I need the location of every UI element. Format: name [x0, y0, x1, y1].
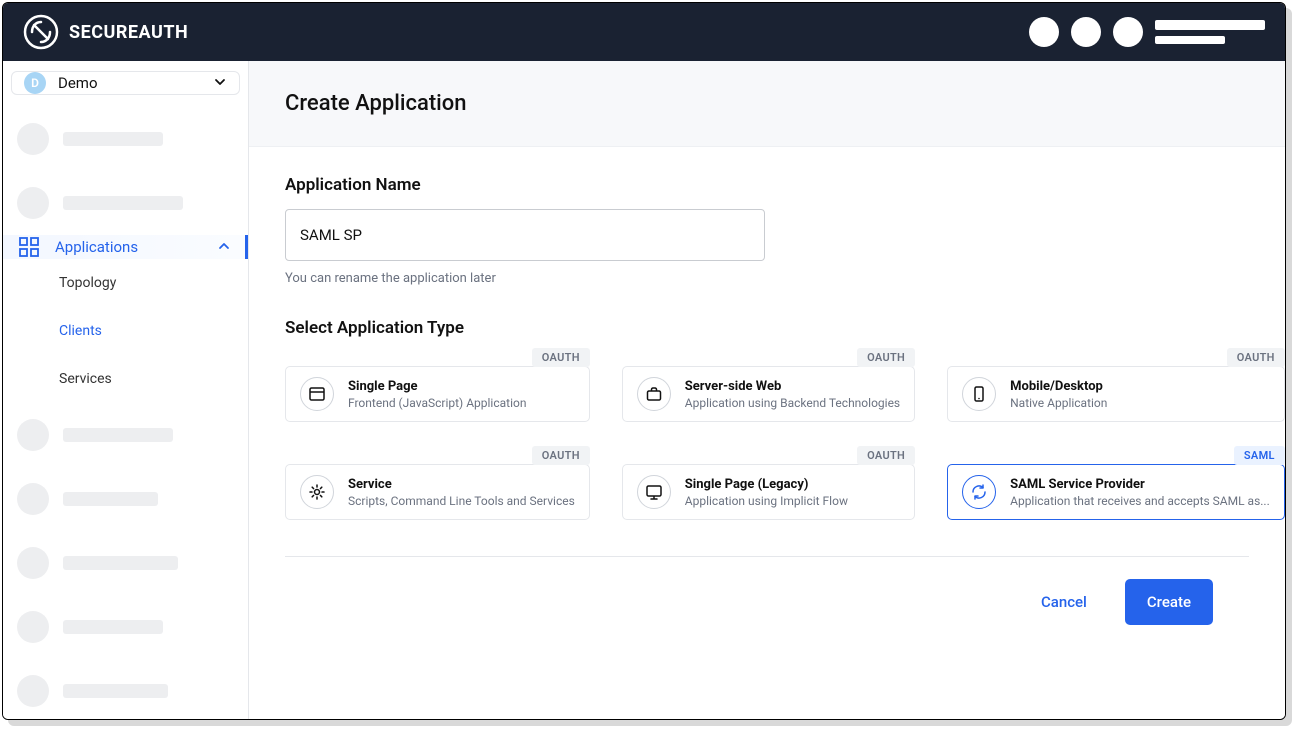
- apptype-title: Service: [348, 477, 575, 492]
- apptype-card[interactable]: Service Scripts, Command Line Tools and S…: [285, 464, 590, 520]
- grid-icon: [17, 235, 41, 259]
- monitor-icon: [637, 475, 671, 509]
- apptype-desc: Application using Backend Technologies: [685, 396, 900, 410]
- topbar-action-2[interactable]: [1071, 17, 1101, 47]
- apptype-title: SAML Service Provider: [1010, 477, 1270, 492]
- page-header: Create Application: [249, 61, 1285, 147]
- appname-hint: You can rename the application later: [285, 271, 1249, 286]
- brand-name: SECUREAUTH: [69, 22, 188, 43]
- apptype-desc: Application that receives and accepts SA…: [1010, 494, 1270, 508]
- chevron-down-icon: [213, 74, 227, 93]
- apptype-card-wrap: OAUTHServiceScripts, Command Line Tools …: [285, 464, 590, 520]
- form-area: Application Name You can rename the appl…: [249, 147, 1285, 719]
- topbar-user-info: [1155, 20, 1265, 44]
- apptype-text: Mobile/Desktop Native Application: [1010, 379, 1270, 410]
- apptype-desc: Native Application: [1010, 396, 1270, 410]
- apptype-badge: OAUTH: [857, 446, 915, 465]
- brand-logo[interactable]: SECUREAUTH: [23, 14, 188, 50]
- workspace-badge: D: [24, 72, 46, 94]
- apptype-card[interactable]: SAML Service Provider Application that re…: [947, 464, 1285, 520]
- appname-label: Application Name: [285, 175, 1249, 195]
- apptype-badge: OAUTH: [532, 348, 590, 367]
- workspace-selector[interactable]: D Demo: [11, 71, 240, 95]
- gear-icon: [300, 475, 334, 509]
- apptype-badge: OAUTH: [1227, 348, 1285, 367]
- sidebar-item-placeholder[interactable]: [3, 179, 248, 227]
- applications-subnav: Topology Clients Services: [3, 259, 248, 403]
- topbar-avatar[interactable]: [1113, 17, 1143, 47]
- apptype-badge: SAML: [1234, 446, 1285, 465]
- apptype-title: Server-side Web: [685, 379, 900, 394]
- brand-mark-icon: [23, 14, 59, 50]
- cancel-button[interactable]: Cancel: [1027, 583, 1101, 621]
- apptype-card-wrap: OAUTHSingle PageFrontend (JavaScript) Ap…: [285, 366, 590, 422]
- apptype-card[interactable]: Single Page (Legacy) Application using Im…: [622, 464, 915, 520]
- sidebar: D Demo: [3, 61, 249, 719]
- content: Create Application Application Name You …: [249, 61, 1285, 719]
- mobile-icon: [962, 377, 996, 411]
- window-icon: [300, 377, 334, 411]
- app-container: SECUREAUTH D Demo: [2, 2, 1286, 720]
- apptype-title: Mobile/Desktop: [1010, 379, 1270, 394]
- topbar: SECUREAUTH: [3, 3, 1285, 61]
- apptype-text: Service Scripts, Command Line Tools and S…: [348, 477, 575, 508]
- apptype-title: Single Page: [348, 379, 575, 394]
- page-title: Create Application: [285, 91, 1249, 116]
- apptype-text: Server-side Web Application using Backend…: [685, 379, 900, 410]
- apptype-badge: OAUTH: [857, 348, 915, 367]
- workspace-name: Demo: [58, 74, 98, 92]
- apptype-card-wrap: OAUTHMobile/DesktopNative Application: [947, 366, 1285, 422]
- sidebar-item-label: Applications: [55, 238, 138, 256]
- footer-bar: Cancel Create: [285, 556, 1249, 647]
- apptype-desc: Frontend (JavaScript) Application: [348, 396, 575, 410]
- chevron-up-icon: [217, 238, 231, 257]
- apptype-desc: Scripts, Command Line Tools and Services: [348, 494, 575, 508]
- apptype-text: Single Page Frontend (JavaScript) Applica…: [348, 379, 575, 410]
- topbar-action-1[interactable]: [1029, 17, 1059, 47]
- sidebar-item-placeholder[interactable]: [3, 603, 248, 651]
- sidebar-item-placeholder[interactable]: [3, 667, 248, 715]
- subnav-topology[interactable]: Topology: [59, 259, 248, 307]
- sidebar-item-placeholder[interactable]: [3, 475, 248, 523]
- sidebar-item-placeholder[interactable]: [3, 539, 248, 587]
- apptype-card-wrap: OAUTHServer-side WebApplication using Ba…: [622, 366, 915, 422]
- apptype-card[interactable]: Single Page Frontend (JavaScript) Applica…: [285, 366, 590, 422]
- apptype-text: Single Page (Legacy) Application using Im…: [685, 477, 900, 508]
- sidebar-item-placeholder[interactable]: [3, 411, 248, 459]
- sidebar-item-applications[interactable]: Applications: [3, 235, 248, 259]
- subnav-clients[interactable]: Clients: [59, 307, 248, 355]
- briefcase-icon: [637, 377, 671, 411]
- apptype-text: SAML Service Provider Application that re…: [1010, 477, 1270, 508]
- apptype-card[interactable]: Mobile/Desktop Native Application: [947, 366, 1285, 422]
- apptype-card[interactable]: Server-side Web Application using Backend…: [622, 366, 915, 422]
- subnav-services[interactable]: Services: [59, 355, 248, 403]
- apptype-label: Select Application Type: [285, 318, 1249, 338]
- create-button[interactable]: Create: [1125, 579, 1213, 625]
- exchange-icon: [962, 475, 996, 509]
- sidebar-item-placeholder[interactable]: [3, 115, 248, 163]
- apptype-card-wrap: SAMLSAML Service ProviderApplication tha…: [947, 464, 1285, 520]
- apptype-badge: OAUTH: [532, 446, 590, 465]
- apptype-desc: Application using Implicit Flow: [685, 494, 900, 508]
- apptype-title: Single Page (Legacy): [685, 477, 900, 492]
- apptype-card-wrap: OAUTHSingle Page (Legacy)Application usi…: [622, 464, 915, 520]
- appname-input[interactable]: [285, 209, 765, 261]
- apptype-grid: OAUTH Single Page Frontend (JavaScript) Ap…: [285, 366, 1249, 520]
- topbar-right: [1029, 17, 1265, 47]
